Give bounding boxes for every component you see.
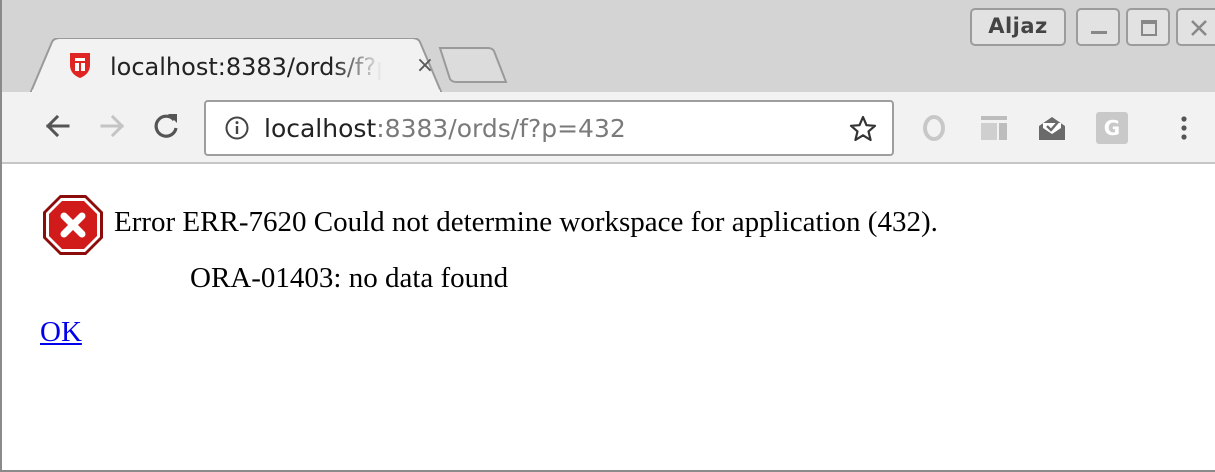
error-icon: [43, 195, 103, 255]
star-icon[interactable]: [848, 114, 878, 144]
shield-icon: [68, 51, 92, 79]
g-extension-icon[interactable]: G: [1096, 112, 1128, 144]
tab-title: localhost:8383/ords/f?p=432: [110, 53, 382, 81]
minimize-button[interactable]: [1076, 8, 1120, 46]
back-button[interactable]: [38, 106, 78, 146]
forward-button[interactable]: [92, 106, 132, 146]
minimize-icon: [1091, 31, 1107, 34]
menu-icon[interactable]: [1168, 112, 1200, 144]
error-message: Error ERR-7620 Could not determine works…: [114, 206, 938, 238]
arrow-right-icon: [100, 114, 125, 138]
reload-button[interactable]: [146, 106, 186, 146]
url-text[interactable]: localhost:8383/ords/f?p=432: [264, 110, 626, 148]
arrow-left-icon: [45, 114, 70, 138]
maximize-icon: [1141, 20, 1157, 36]
profile-button[interactable]: Aljaz: [970, 8, 1066, 46]
ok-link[interactable]: OK: [40, 312, 82, 352]
url-host: localhost: [264, 114, 377, 143]
tab-strip: localhost:8383/ords/f?p=432 × Aljaz: [2, 0, 1215, 94]
page-content: Error ERR-7620 Could not determine works…: [2, 166, 1215, 470]
error-detail: ORA-01403: no data found: [190, 262, 509, 294]
address-bar[interactable]: localhost:8383/ords/f?p=432: [204, 100, 894, 156]
tab-close-button[interactable]: ×: [412, 51, 438, 81]
active-tab[interactable]: localhost:8383/ords/f?p=432 ×: [30, 38, 442, 94]
reload-icon: [154, 114, 178, 138]
mail-icon[interactable]: [1036, 112, 1068, 144]
url-path: :8383/ords/f?p=432: [376, 114, 626, 143]
new-tab-button[interactable]: [438, 46, 508, 84]
info-icon[interactable]: [224, 115, 250, 141]
browser-window: localhost:8383/ords/f?p=432 × Aljaz: [0, 0, 1215, 472]
maximize-button[interactable]: [1126, 8, 1170, 46]
opera-icon[interactable]: [918, 112, 950, 144]
browser-toolbar: localhost:8383/ords/f?p=432 G: [2, 92, 1215, 164]
close-window-button[interactable]: [1176, 8, 1215, 46]
reader-icon[interactable]: [978, 112, 1010, 144]
close-icon: [1191, 20, 1207, 36]
